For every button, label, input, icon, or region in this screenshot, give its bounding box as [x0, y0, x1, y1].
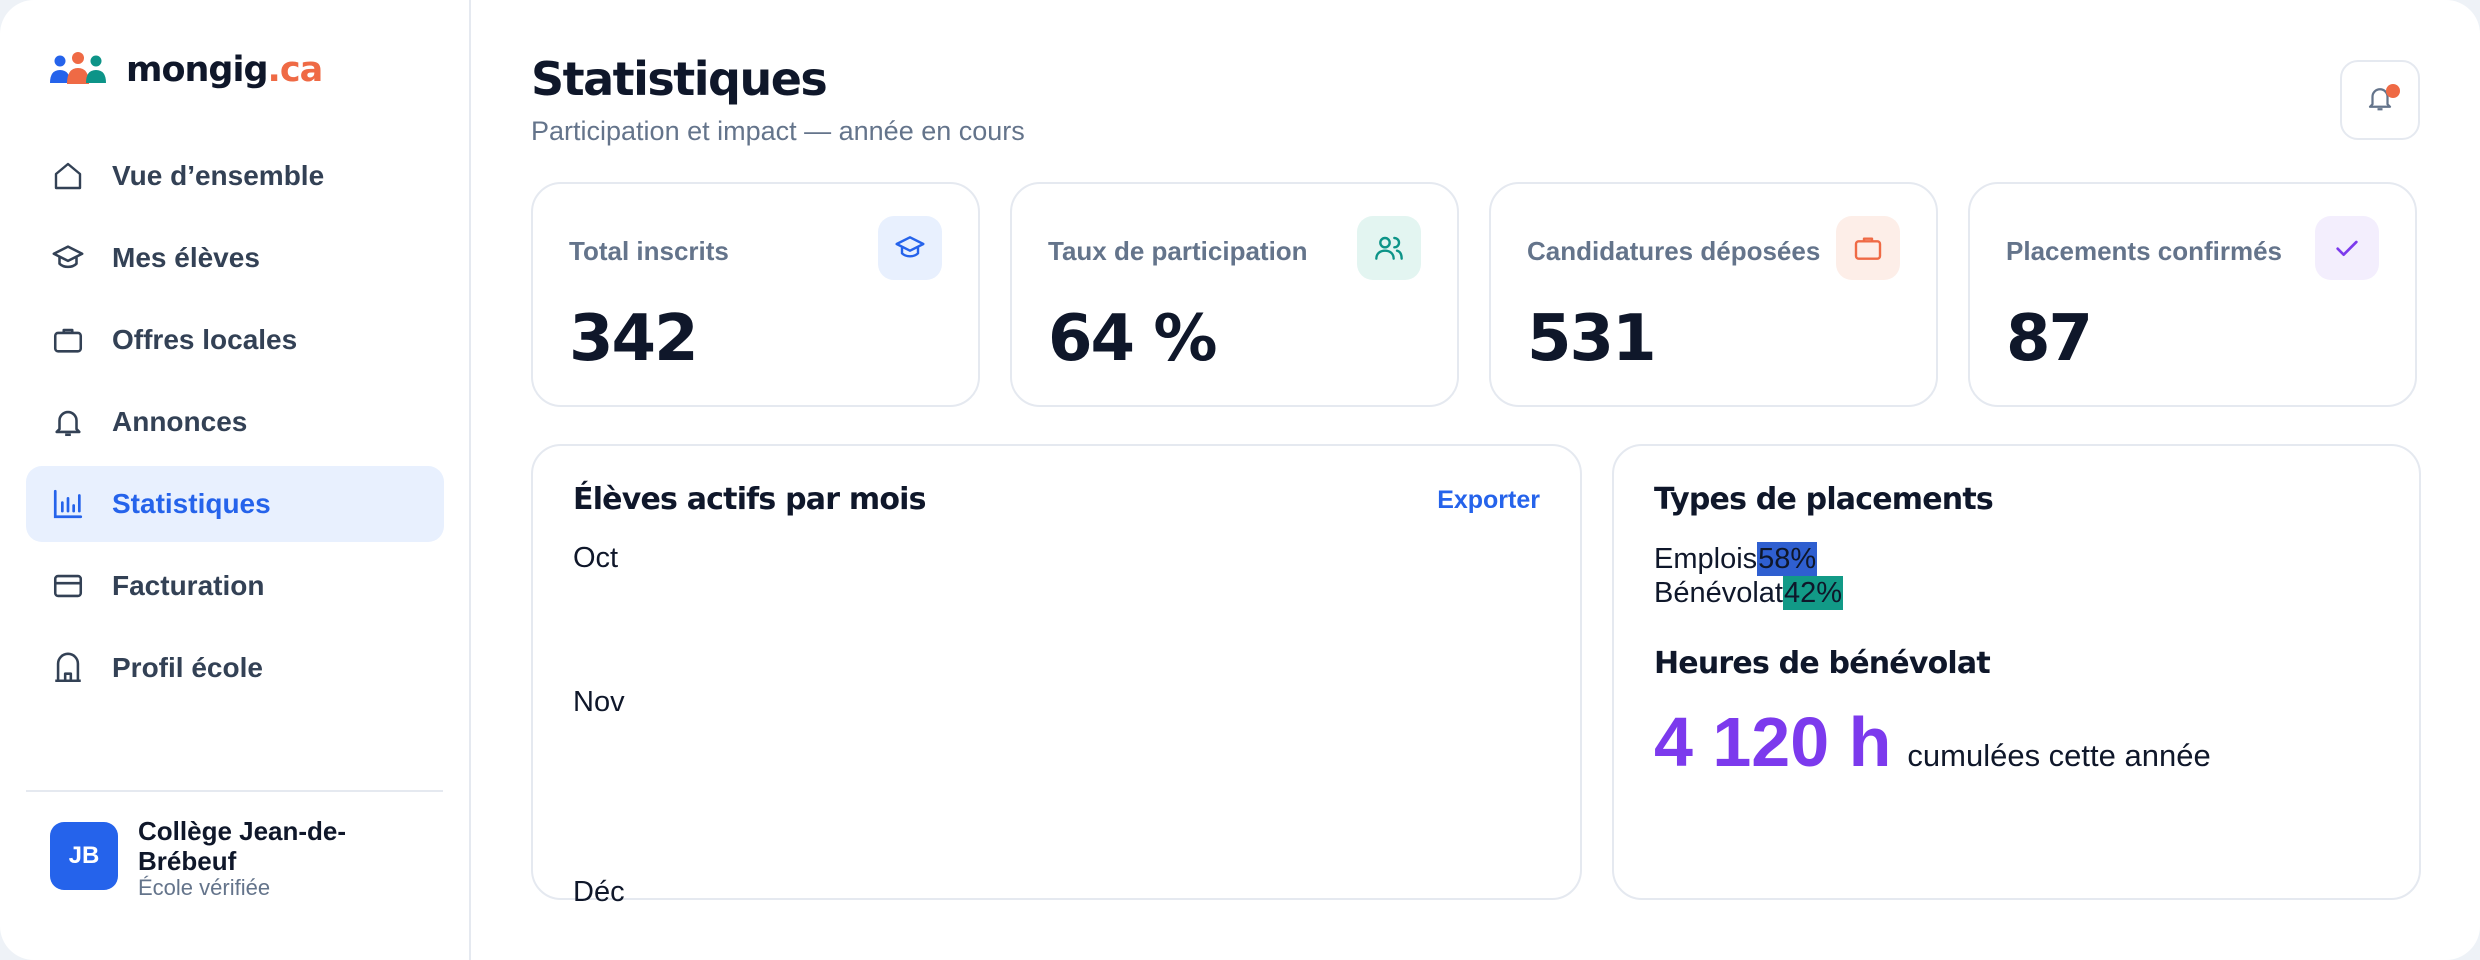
- stat-card-participation-rate: Taux de participation 64 %: [1010, 182, 1459, 407]
- volunteer-hours: 4 120 h cumulées cette année: [1654, 702, 2211, 782]
- notification-dot: [2386, 84, 2400, 98]
- stat-label: Candidatures déposées: [1527, 236, 1821, 266]
- legend-percent: 42%: [1783, 576, 1844, 610]
- legend-row-jobs: Emplois 58%: [1654, 542, 1843, 576]
- hours-value: 4 120 h: [1654, 703, 1892, 781]
- sidebar-item-statistics[interactable]: Statistiques: [26, 466, 444, 542]
- avatar: JB: [50, 822, 118, 890]
- sidebar-item-billing[interactable]: Facturation: [26, 548, 444, 624]
- legend-row-volunteer: Bénévolat 42%: [1654, 576, 1844, 610]
- sidebar-nav: Vue d’ensemble Mes élèves Offres locales…: [26, 138, 444, 712]
- sidebar-divider: [26, 790, 443, 792]
- graduation-cap-icon: [50, 240, 86, 276]
- sidebar-item-overview[interactable]: Vue d’ensemble: [26, 138, 444, 214]
- sidebar-item-label: Offres locales: [112, 324, 298, 355]
- notifications-button[interactable]: [2340, 60, 2420, 140]
- stat-cards: Total inscrits 342 Taux de participation…: [531, 182, 2417, 407]
- sidebar-item-local-offers[interactable]: Offres locales: [26, 302, 444, 378]
- legend-label: Bénévolat: [1654, 577, 1783, 609]
- school-building-icon: [50, 650, 86, 686]
- legend-label: Emplois: [1654, 543, 1758, 575]
- stat-value: 531: [1527, 302, 1657, 376]
- check-icon: [2315, 216, 2379, 280]
- sidebar-item-students[interactable]: Mes élèves: [26, 220, 444, 296]
- credit-card-icon: [50, 568, 86, 604]
- active-students-panel: Élèves actifs par mois Exporter Oct Nov …: [531, 444, 1582, 908]
- page-title: Statistiques: [531, 52, 828, 106]
- app-window: mongig.ca Vue d’ensemble Mes élèves Offr…: [0, 0, 2480, 960]
- panel-title: Élèves actifs par mois: [573, 482, 927, 517]
- school-account[interactable]: JB Collège Jean-de-Brébeuf École vérifié…: [50, 816, 378, 900]
- bar-chart-icon: [50, 486, 86, 522]
- sidebar: mongig.ca Vue d’ensemble Mes élèves Offr…: [0, 0, 471, 960]
- stat-card-confirmed-placements: Placements confirmés 87: [1968, 182, 2417, 407]
- home-icon: [50, 158, 86, 194]
- volunteer-hours-title: Heures de bénévolat: [1654, 646, 1991, 681]
- briefcase-icon: [50, 322, 86, 358]
- sidebar-item-label: Vue d’ensemble: [112, 160, 325, 191]
- sidebar-item-announcements[interactable]: Annonces: [26, 384, 444, 460]
- month-label: Déc: [573, 876, 625, 908]
- logo-text: mongig.ca: [126, 50, 323, 90]
- stat-label: Taux de participation: [1048, 236, 1308, 266]
- logo[interactable]: mongig.ca: [50, 50, 323, 90]
- page-subtitle: Participation et impact — année en cours: [531, 116, 1025, 146]
- placement-legend: Emplois 58% Bénévolat 42%: [1654, 542, 1844, 610]
- stat-value: 64 %: [1048, 302, 1217, 376]
- stat-label: Total inscrits: [569, 236, 729, 266]
- users-icon: [1357, 216, 1421, 280]
- sidebar-item-label: Facturation: [112, 570, 265, 601]
- placement-types-panel: Types de placements Emplois 58% Bénévolat…: [1612, 444, 2421, 900]
- people-logo-icon: [50, 50, 106, 90]
- stat-value: 342: [569, 302, 699, 376]
- stat-card-applications: Candidatures déposées 531: [1489, 182, 1938, 407]
- stat-value: 87: [2006, 302, 2093, 376]
- sidebar-item-school-profile[interactable]: Profil école: [26, 630, 444, 706]
- bell-icon: [50, 404, 86, 440]
- main-content: Statistiques Participation et impact — a…: [471, 0, 2480, 960]
- graduation-cap-icon: [878, 216, 942, 280]
- briefcase-icon: [1836, 216, 1900, 280]
- export-button[interactable]: Exporter: [1437, 486, 1540, 515]
- panel-title: Types de placements: [1654, 482, 1994, 517]
- stat-card-total-enrolled: Total inscrits 342: [531, 182, 980, 407]
- sidebar-item-label: Mes élèves: [112, 242, 260, 273]
- school-status: École vérifiée: [138, 875, 271, 900]
- sidebar-item-label: Profil école: [112, 652, 263, 683]
- school-name: Collège Jean-de-Brébeuf: [138, 816, 347, 876]
- month-label: Nov: [573, 686, 625, 718]
- stat-label: Placements confirmés: [2006, 236, 2283, 266]
- sidebar-item-label: Annonces: [112, 406, 248, 437]
- month-label: Oct: [573, 542, 619, 574]
- sidebar-item-label: Statistiques: [112, 488, 271, 519]
- legend-percent: 58%: [1757, 542, 1818, 576]
- hours-caption: cumulées cette année: [1907, 738, 2211, 773]
